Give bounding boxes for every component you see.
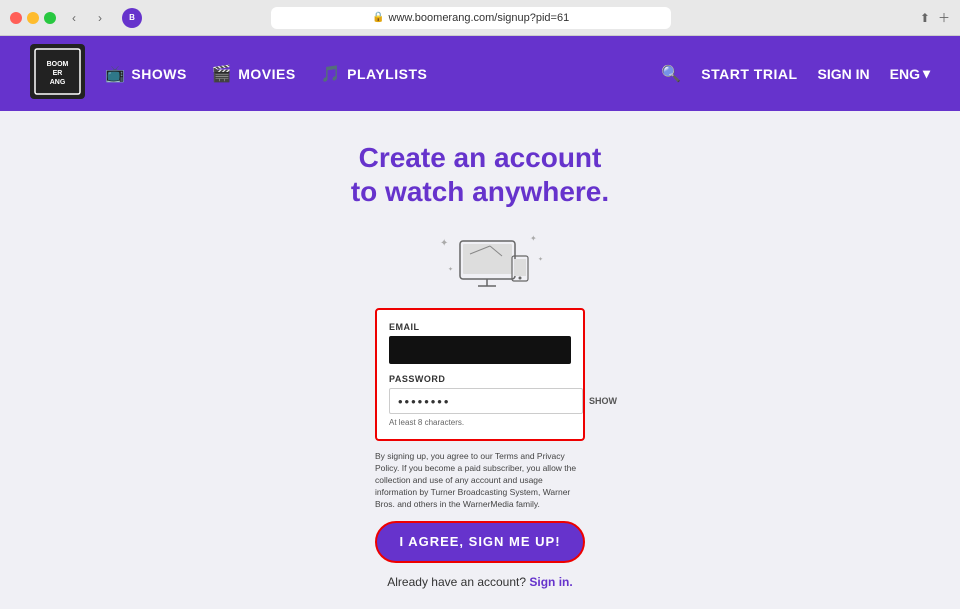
shows-icon: 📺 (105, 64, 125, 84)
logo[interactable]: BOOM ER ANG (30, 44, 85, 104)
svg-text:ANG: ANG (50, 79, 66, 86)
language-selector[interactable]: ENG ▾ (890, 65, 930, 82)
close-button[interactable] (10, 12, 22, 24)
nav-movies[interactable]: 🎬 MOVIES (212, 64, 296, 84)
legal-text: By signing up, you agree to our Terms an… (375, 451, 585, 510)
forward-button[interactable]: › (90, 8, 110, 28)
signup-form: EMAIL PASSWORD SHOW At least 8 character… (375, 308, 585, 441)
url-bar[interactable]: 🔒 www.boomerang.com/signup?pid=61 (271, 7, 671, 29)
minimize-button[interactable] (27, 12, 39, 24)
sign-in-button[interactable]: SIGN IN (818, 66, 870, 82)
browser-actions: ⬆ ＋ (920, 9, 950, 26)
svg-text:BOOM: BOOM (47, 61, 69, 68)
share-icon[interactable]: ⬆ (920, 11, 930, 25)
nav-shows[interactable]: 📺 SHOWS (105, 64, 187, 84)
signin-link[interactable]: Sign in. (529, 575, 572, 589)
nav-links: 📺 SHOWS 🎬 MOVIES 🎵 PLAYLISTS (105, 64, 641, 84)
navbar: BOOM ER ANG 📺 SHOWS 🎬 MOVIES 🎵 PLAYLISTS… (0, 36, 960, 111)
password-input[interactable] (389, 388, 583, 414)
svg-text:✦: ✦ (530, 234, 537, 243)
signup-button[interactable]: I AGREE, SIGN ME UP! (375, 521, 585, 563)
email-input-filled[interactable] (389, 336, 571, 364)
svg-text:ER: ER (53, 70, 63, 77)
search-icon[interactable]: 🔍 (661, 64, 681, 84)
svg-text:✦: ✦ (538, 256, 543, 263)
browser-nav: ‹ › (64, 8, 110, 28)
browser-chrome: ‹ › B 🔒 www.boomerang.com/signup?pid=61 … (0, 0, 960, 36)
already-account-text: Already have an account? Sign in. (387, 575, 572, 589)
email-label: EMAIL (389, 322, 571, 332)
page-title: Create an account to watch anywhere. (351, 141, 609, 208)
url-text: www.boomerang.com/signup?pid=61 (389, 12, 570, 24)
svg-text:✦: ✦ (448, 266, 453, 273)
back-button[interactable]: ‹ (64, 8, 84, 28)
nav-right: 🔍 START TRIAL SIGN IN ENG ▾ (661, 64, 930, 84)
start-trial-button[interactable]: START TRIAL (701, 66, 797, 82)
movies-icon: 🎬 (212, 64, 232, 84)
lock-icon: 🔒 (372, 12, 384, 23)
password-hint: At least 8 characters. (389, 418, 571, 427)
password-label: PASSWORD (389, 374, 571, 384)
traffic-lights (10, 12, 56, 24)
maximize-button[interactable] (44, 12, 56, 24)
show-password-button[interactable]: SHOW (589, 396, 617, 406)
device-illustration: ✦ ✦ ✦ ✦ (430, 226, 530, 296)
svg-text:✦: ✦ (440, 238, 448, 249)
nav-playlists[interactable]: 🎵 PLAYLISTS (321, 64, 428, 84)
playlists-icon: 🎵 (321, 64, 341, 84)
main-content: Create an account to watch anywhere. ✦ ✦… (0, 111, 960, 609)
add-tab-icon[interactable]: ＋ (938, 9, 950, 26)
boomerang-favicon: B (122, 8, 142, 28)
password-row: SHOW (389, 388, 571, 414)
